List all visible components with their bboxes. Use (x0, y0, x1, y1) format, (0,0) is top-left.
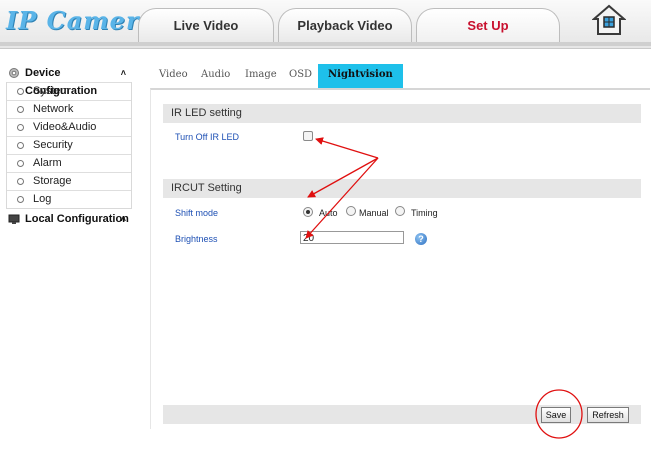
sidebar-device-configuration[interactable]: Device Configuration ˄ (6, 64, 132, 97)
sidebar-item-label: Security (33, 139, 73, 151)
sidebar: Device Configuration ˄ System Network Vi… (6, 64, 132, 228)
gear-icon (8, 67, 20, 79)
shift-mode-timing-label: Timing (411, 208, 438, 218)
sidebar-item-storage[interactable]: Storage (7, 172, 131, 190)
shift-mode-timing-radio[interactable] (395, 206, 405, 216)
shift-mode-manual-radio[interactable] (346, 206, 356, 216)
turn-off-ir-led-label: Turn Off IR LED (175, 132, 240, 142)
refresh-button[interactable]: Refresh (587, 407, 629, 423)
sidebar-item-label: Video&Audio (33, 121, 97, 133)
sidebar-item-label: Storage (33, 175, 72, 187)
sidebar-item-label: Log (33, 193, 52, 205)
shift-mode-manual-label: Manual (359, 208, 389, 218)
collapse-caret-icon[interactable]: ˄ (121, 210, 126, 228)
collapse-caret-icon[interactable]: ˄ (121, 64, 126, 82)
brightness-label: Brightness (175, 234, 218, 244)
shift-mode-label: Shift mode (175, 208, 219, 218)
top-header: IP Camera Live Video Playback Video Set … (0, 0, 651, 49)
brightness-input[interactable]: 20 (300, 231, 404, 244)
sidebar-item-alarm[interactable]: Alarm (7, 154, 131, 172)
bullet-icon (17, 178, 24, 185)
sidebar-item-network[interactable]: Network (7, 100, 131, 118)
device-config-list: System Network Video&Audio Security Alar… (6, 82, 132, 209)
sidebar-item-label: Alarm (33, 157, 62, 169)
ir-led-section-header: IR LED setting (163, 104, 641, 123)
ircut-section-header: IRCUT Setting (163, 179, 641, 198)
bullet-icon (17, 88, 24, 95)
home-icon[interactable] (591, 4, 627, 36)
nightvision-panel: IR LED setting Turn Off IR LED IRCUT Set… (150, 88, 650, 429)
sidebar-local-configuration[interactable]: Local Configuration ˄ (6, 210, 132, 228)
tab-live-video[interactable]: Live Video (138, 8, 274, 43)
subtab-nightvision[interactable]: Nightvision (318, 64, 403, 88)
shift-mode-auto-label: Auto (319, 208, 338, 218)
sidebar-item-label: Network (33, 103, 74, 115)
shift-mode-auto-radio[interactable] (303, 207, 313, 217)
local-configuration-label: Local Configuration (25, 213, 129, 225)
tab-set-up[interactable]: Set Up (416, 8, 560, 43)
bullet-icon (17, 142, 24, 149)
subtab-osd[interactable]: OSD (289, 64, 312, 88)
header-divider (0, 42, 651, 46)
subtab-image[interactable]: Image (245, 64, 277, 88)
panel-footer: Save Refresh (163, 405, 641, 424)
sidebar-item-log[interactable]: Log (7, 190, 131, 208)
bullet-icon (17, 106, 24, 113)
tab-playback-video[interactable]: Playback Video (278, 8, 412, 43)
save-button[interactable]: Save (541, 407, 571, 423)
bullet-icon (17, 196, 24, 203)
turn-off-ir-led-checkbox[interactable] (303, 131, 313, 141)
subtab-video[interactable]: Video (159, 64, 188, 88)
sidebar-item-video-audio[interactable]: Video&Audio (7, 118, 131, 136)
monitor-icon (8, 213, 20, 225)
sidebar-item-label: System (33, 85, 70, 97)
bullet-icon (17, 124, 24, 131)
sidebar-item-system[interactable]: System (7, 82, 131, 100)
help-icon[interactable]: ? (415, 233, 427, 245)
subtab-audio[interactable]: Audio (201, 64, 230, 88)
sidebar-item-security[interactable]: Security (7, 136, 131, 154)
bullet-icon (17, 160, 24, 167)
logo: IP Camera (6, 6, 157, 35)
